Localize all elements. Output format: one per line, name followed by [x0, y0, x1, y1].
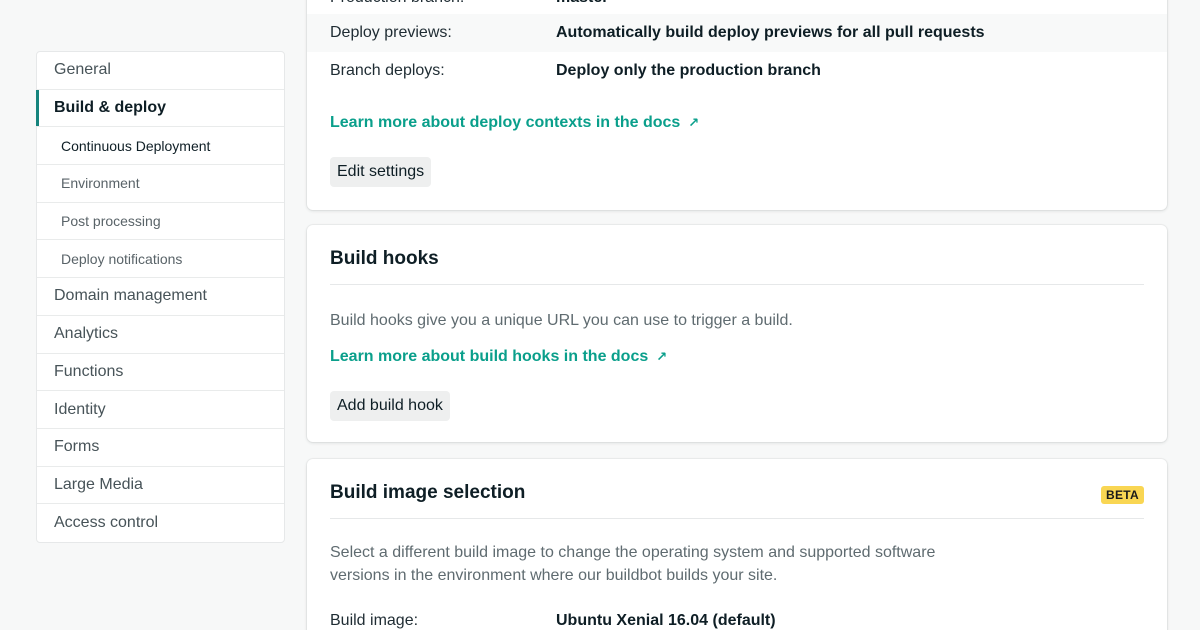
build-hooks-docs-link-text: Learn more about build hooks in the docs: [330, 348, 649, 365]
deploy-contexts-docs-link[interactable]: Learn more about deploy contexts in the …: [330, 114, 699, 132]
sidebar-subitem-post-processing[interactable]: Post processing: [37, 203, 284, 241]
sidebar-item-build-deploy[interactable]: Build & deploy: [36, 89, 284, 128]
build-image-description-line-1: Select a different build image to change…: [330, 544, 936, 561]
arrow-up-right-icon: ↗: [656, 349, 668, 364]
production-branch-label: Production branch:: [330, 0, 464, 7]
build-image-title: Build image selection: [330, 482, 526, 503]
production-branch-value: master: [556, 0, 608, 7]
settings-sidebar: General Build & deploy Continuous Deploy…: [36, 51, 285, 543]
deploy-previews-label: Deploy previews:: [330, 24, 452, 41]
branch-deploys-row: Branch deploys: Deploy only the producti…: [307, 52, 1167, 90]
build-hooks-title: Build hooks: [330, 248, 439, 269]
build-image-description: Select a different build image to change…: [330, 541, 935, 587]
sidebar-item-access-control[interactable]: Access control: [37, 504, 284, 542]
branch-deploys-value: Deploy only the production branch: [556, 62, 821, 79]
deploy-previews-row: Deploy previews: Automatically build dep…: [307, 14, 1167, 52]
sidebar-item-forms[interactable]: Forms: [37, 429, 284, 467]
build-hooks-description: Build hooks give you a unique URL you ca…: [330, 312, 793, 329]
beta-badge: BETA: [1101, 486, 1144, 504]
sidebar-subitem-continuous-deployment[interactable]: Continuous Deployment: [37, 127, 284, 166]
sidebar-item-identity[interactable]: Identity: [37, 391, 284, 429]
build-image-description-line-2: versions in the environment where our bu…: [330, 567, 778, 584]
sidebar-item-functions[interactable]: Functions: [37, 354, 284, 392]
build-image-card: Build image selection BETA Select a diff…: [307, 459, 1167, 630]
deploy-previews-value: Automatically build deploy previews for …: [556, 24, 985, 41]
edit-settings-button[interactable]: Edit settings: [330, 157, 432, 187]
sidebar-item-analytics[interactable]: Analytics: [37, 316, 284, 354]
sidebar-item-general[interactable]: General: [37, 52, 284, 90]
sidebar-subitem-deploy-notifications[interactable]: Deploy notifications: [37, 240, 284, 279]
divider: [330, 518, 1144, 519]
deploy-contexts-docs-link-text: Learn more about deploy contexts in the …: [330, 114, 681, 131]
branch-deploys-label: Branch deploys:: [330, 62, 445, 79]
build-image-row: Build image: Ubuntu Xenial 16.04 (defaul…: [307, 602, 1167, 630]
arrow-up-right-icon: ↗: [688, 115, 700, 130]
build-image-value: Ubuntu Xenial 16.04 (default): [556, 612, 776, 629]
sidebar-item-large-media[interactable]: Large Media: [37, 467, 284, 505]
divider: [330, 284, 1144, 285]
build-hooks-docs-link[interactable]: Learn more about build hooks in the docs…: [330, 348, 667, 366]
sidebar-item-domain-management[interactable]: Domain management: [37, 278, 284, 316]
build-hooks-card: Build hooks Build hooks give you a uniqu…: [307, 225, 1167, 442]
sidebar-subitem-environment[interactable]: Environment: [37, 165, 284, 203]
deploy-contexts-card: Production branch: master Deploy preview…: [307, 0, 1167, 210]
build-image-label: Build image:: [330, 612, 419, 629]
add-build-hook-button[interactable]: Add build hook: [330, 391, 450, 421]
